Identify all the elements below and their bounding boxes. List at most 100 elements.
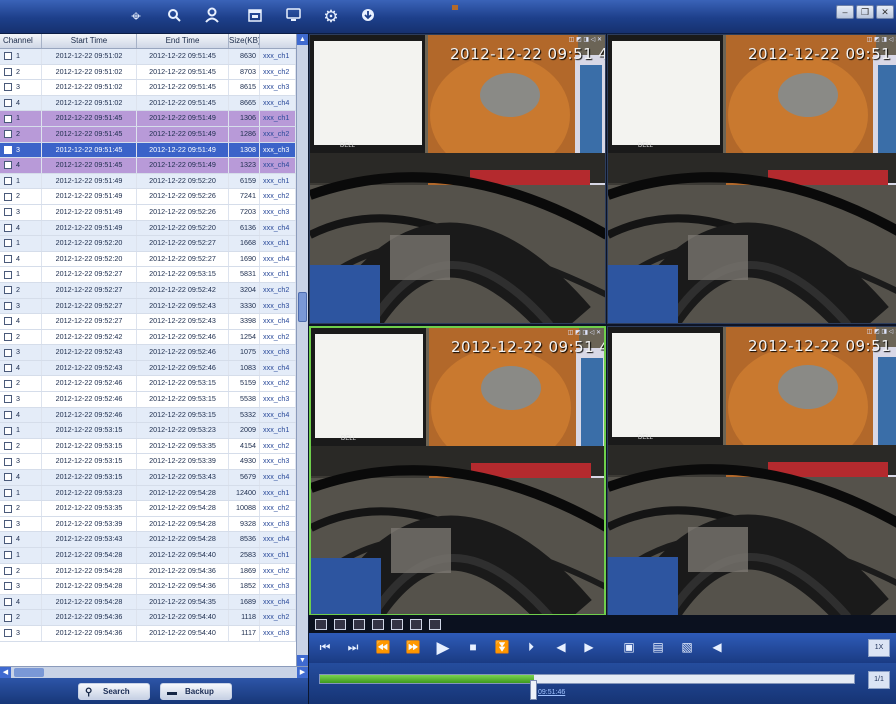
speed-indicator[interactable]: 1X: [868, 639, 890, 657]
row-checkbox[interactable]: [4, 613, 12, 622]
cell-channel[interactable]: 4: [0, 407, 42, 423]
cell-channel[interactable]: 4: [0, 360, 42, 376]
table-row[interactable]: 4 2012-12-22 09:53:15 2012-12-22 09:53:43 5…: [0, 470, 296, 486]
table-row[interactable]: 4 2012-12-22 09:52:27 2012-12-22 09:52:43 3…: [0, 314, 296, 330]
cell-channel[interactable]: 4: [0, 95, 42, 111]
skip-start-icon[interactable]: ⏮: [317, 639, 333, 656]
table-row[interactable]: 4 2012-12-22 09:51:02 2012-12-22 09:51:45 8…: [0, 95, 296, 112]
header-channel[interactable]: Channel: [0, 34, 42, 48]
camera-overlay-controls[interactable]: ◫ ◩ ◨ ◁ ✕: [569, 36, 602, 43]
cell-channel[interactable]: 4: [0, 470, 42, 485]
close-button[interactable]: ✕: [876, 5, 894, 19]
table-row[interactable]: 2 2012-12-22 09:52:46 2012-12-22 09:53:15 5…: [0, 376, 296, 393]
timeline-handle[interactable]: [530, 680, 538, 700]
table-row[interactable]: 1 2012-12-22 09:51:45 2012-12-22 09:51:49 1…: [0, 111, 296, 127]
row-checkbox[interactable]: [4, 582, 12, 591]
scroll-thumb[interactable]: [298, 292, 307, 322]
rewind-icon[interactable]: ⏪: [375, 639, 391, 656]
table-row[interactable]: 1 2012-12-22 09:51:02 2012-12-22 09:51:45 8…: [0, 49, 296, 65]
hscroll-thumb[interactable]: [14, 668, 44, 677]
row-checkbox[interactable]: [4, 161, 12, 170]
cell-channel[interactable]: 1: [0, 548, 42, 563]
cell-channel[interactable]: 3: [0, 392, 42, 407]
row-checkbox[interactable]: [4, 52, 12, 61]
row-checkbox[interactable]: [4, 208, 12, 217]
table-row[interactable]: 1 2012-12-22 09:52:20 2012-12-22 09:52:27 1…: [0, 236, 296, 252]
scroll-up-icon[interactable]: ▲: [297, 34, 308, 45]
volume-icon[interactable]: ◀: [709, 639, 725, 656]
horizontal-scrollbar[interactable]: ◀ ▶: [0, 666, 308, 678]
cell-channel[interactable]: 3: [0, 625, 42, 641]
camera-tile-4[interactable]: 2012-12-22 09:51 46 ◫ ◩ ◨ ◁ ✕ DELL: [607, 326, 896, 616]
table-row[interactable]: 4 2012-12-22 09:53:43 2012-12-22 09:54:28 8…: [0, 532, 296, 548]
layout-1-icon[interactable]: [334, 619, 346, 630]
cell-channel[interactable]: 1: [0, 267, 42, 282]
table-row[interactable]: 3 2012-12-22 09:52:27 2012-12-22 09:52:43 3…: [0, 298, 296, 315]
row-checkbox[interactable]: [4, 535, 12, 544]
table-row[interactable]: 1 2012-12-22 09:53:15 2012-12-22 09:53:23 2…: [0, 423, 296, 439]
header-start-time[interactable]: Start Time: [42, 34, 137, 48]
layout-4-icon[interactable]: [353, 619, 365, 630]
table-row[interactable]: 2 2012-12-22 09:54:28 2012-12-22 09:54:36 1…: [0, 563, 296, 580]
stop-icon[interactable]: ■: [465, 639, 481, 656]
layout-16-icon[interactable]: [391, 619, 403, 630]
save-icon[interactable]: ▤: [650, 639, 666, 656]
row-checkbox[interactable]: [4, 348, 12, 357]
table-row[interactable]: 3 2012-12-22 09:53:39 2012-12-22 09:54:28 9…: [0, 516, 296, 533]
table-row[interactable]: 4 2012-12-22 09:52:46 2012-12-22 09:53:15 5…: [0, 407, 296, 424]
table-row[interactable]: 3 2012-12-22 09:51:02 2012-12-22 09:51:45 8…: [0, 80, 296, 96]
header-end-time[interactable]: End Time: [137, 34, 229, 48]
cell-channel[interactable]: 2: [0, 189, 42, 204]
cell-channel[interactable]: 2: [0, 329, 42, 345]
layout-9-icon[interactable]: [372, 619, 384, 630]
table-row[interactable]: 4 2012-12-22 09:52:20 2012-12-22 09:52:27 1…: [0, 251, 296, 268]
row-checkbox[interactable]: [4, 286, 12, 295]
row-checkbox[interactable]: [4, 395, 12, 404]
table-row[interactable]: 3 2012-12-22 09:52:43 2012-12-22 09:52:46 1…: [0, 345, 296, 361]
search-icon[interactable]: [164, 7, 184, 27]
row-checkbox[interactable]: [4, 67, 12, 76]
row-checkbox[interactable]: [4, 426, 12, 435]
fullscreen-icon[interactable]: [315, 619, 327, 630]
cell-channel[interactable]: 2: [0, 438, 42, 454]
table-row[interactable]: 3 2012-12-22 09:52:46 2012-12-22 09:53:15 5…: [0, 392, 296, 408]
cell-channel[interactable]: 1: [0, 111, 42, 126]
cell-channel[interactable]: 2: [0, 126, 42, 142]
row-checkbox[interactable]: [4, 364, 12, 373]
table-row[interactable]: 3 2012-12-22 09:51:49 2012-12-22 09:52:26 7…: [0, 204, 296, 221]
row-checkbox[interactable]: [4, 473, 12, 482]
table-row[interactable]: 2 2012-12-22 09:52:42 2012-12-22 09:52:46 1…: [0, 329, 296, 346]
row-checkbox[interactable]: [4, 177, 12, 186]
backup-button[interactable]: ▬ Backup: [160, 683, 232, 700]
cell-channel[interactable]: 3: [0, 204, 42, 220]
table-row[interactable]: 1 2012-12-22 09:52:27 2012-12-22 09:53:15 5…: [0, 267, 296, 283]
gear-icon[interactable]: ⚙: [321, 7, 341, 27]
row-checkbox[interactable]: [4, 114, 12, 123]
user-icon[interactable]: [202, 7, 222, 27]
next-file-icon[interactable]: ⏭: [345, 639, 361, 656]
row-checkbox[interactable]: [4, 488, 12, 497]
row-checkbox[interactable]: [4, 145, 12, 154]
timeline-track[interactable]: [319, 674, 855, 684]
cell-channel[interactable]: 4: [0, 314, 42, 329]
search-button[interactable]: ⚲ Search: [78, 683, 150, 700]
cell-channel[interactable]: 3: [0, 80, 42, 95]
camera-overlay-controls[interactable]: ◫ ◩ ◨ ◁ ✕: [867, 36, 896, 43]
cell-channel[interactable]: 4: [0, 158, 42, 173]
table-row[interactable]: 1 2012-12-22 09:54:28 2012-12-22 09:54:40 2…: [0, 548, 296, 564]
cell-channel[interactable]: 3: [0, 142, 42, 158]
cell-channel[interactable]: 1: [0, 49, 42, 64]
row-checkbox[interactable]: [4, 629, 12, 638]
row-checkbox[interactable]: [4, 410, 12, 419]
row-checkbox[interactable]: [4, 442, 12, 451]
play-icon[interactable]: ▶: [435, 639, 451, 656]
cell-channel[interactable]: 1: [0, 236, 42, 251]
table-row[interactable]: 2 2012-12-22 09:51:45 2012-12-22 09:51:49 1…: [0, 126, 296, 143]
row-checkbox[interactable]: [4, 566, 12, 575]
table-row[interactable]: 4 2012-12-22 09:51:49 2012-12-22 09:52:20 6…: [0, 220, 296, 237]
table-row[interactable]: 2 2012-12-22 09:51:49 2012-12-22 09:52:26 7…: [0, 189, 296, 205]
table-row[interactable]: 4 2012-12-22 09:52:43 2012-12-22 09:52:46 1…: [0, 360, 296, 377]
row-checkbox[interactable]: [4, 520, 12, 529]
table-row[interactable]: 3 2012-12-22 09:53:15 2012-12-22 09:53:39 4…: [0, 454, 296, 471]
cell-channel[interactable]: 4: [0, 532, 42, 547]
